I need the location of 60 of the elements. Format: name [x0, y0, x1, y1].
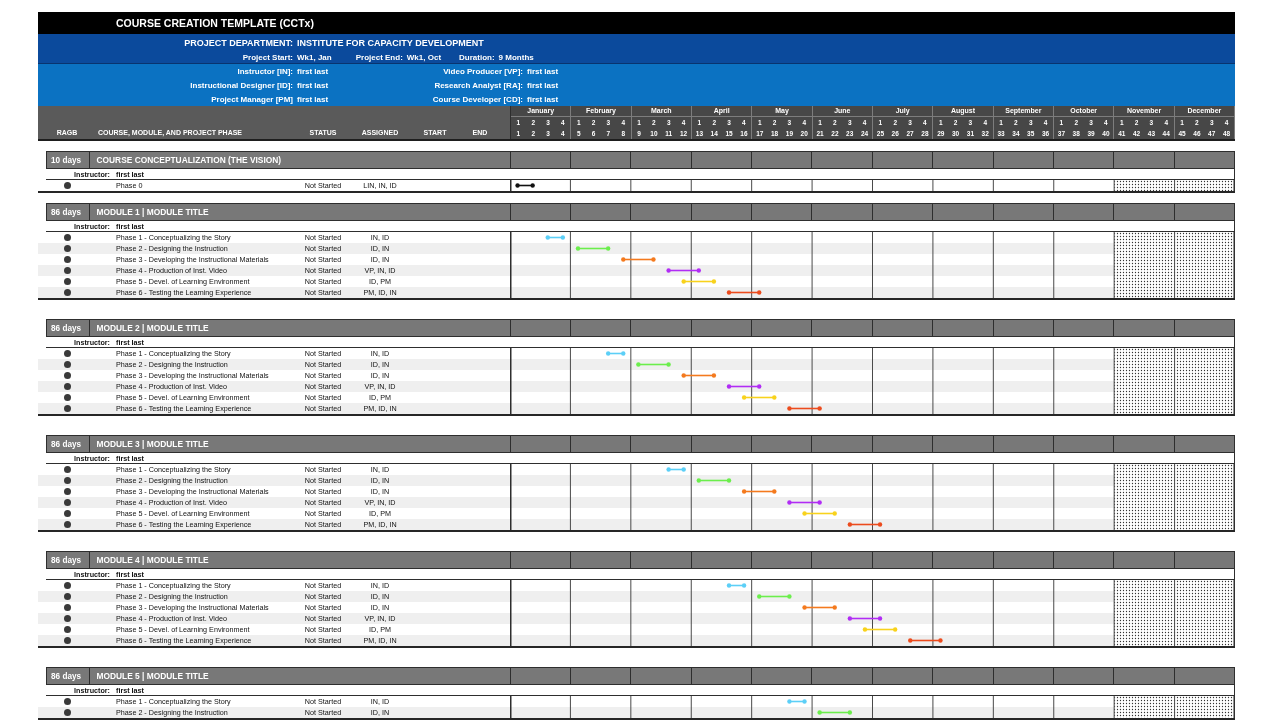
- team-member-name: first last: [527, 80, 559, 90]
- team-member-name: first last: [527, 94, 559, 104]
- duration-label: 86 days: [51, 555, 82, 565]
- field-label: Project Start:: [242, 52, 293, 62]
- status-dot-icon: [63, 350, 71, 357]
- status-dot-icon: [63, 466, 71, 473]
- duration-label: 86 days: [51, 323, 82, 333]
- sheet-title: COURSE CREATION TEMPLATE (CCTx): [116, 17, 314, 29]
- status-dot-icon: [63, 637, 71, 644]
- status-dot-icon: [63, 477, 71, 484]
- field-label: Duration:: [459, 52, 495, 62]
- status-dot-icon: [63, 372, 71, 379]
- status-dot-icon: [63, 626, 71, 633]
- section-title: MODULE 4 | MODULE TITLE: [96, 555, 209, 565]
- status-dot-icon: [63, 278, 71, 285]
- status-dot-icon: [63, 604, 71, 611]
- status-dot-icon: [63, 488, 71, 495]
- status-dot-icon: [63, 582, 71, 589]
- team-role-label: Video Producer [VP]:: [443, 66, 523, 76]
- team-member-name: first last: [297, 94, 329, 104]
- team-member-name: first last: [297, 66, 329, 76]
- section-title: MODULE 2 | MODULE TITLE: [96, 323, 209, 333]
- status-dot-icon: [63, 709, 71, 716]
- status-dot-icon: [63, 510, 71, 517]
- section-title: MODULE 3 | MODULE TITLE: [96, 439, 209, 449]
- duration-label: 10 days: [51, 155, 82, 165]
- section-title: COURSE CONCEPTUALIZATION (THE VISION): [96, 155, 282, 165]
- field-value: Wk1, Oct: [406, 52, 442, 62]
- status-dot-icon: [63, 289, 71, 296]
- duration-label: 86 days: [51, 439, 82, 449]
- status-dot-icon: [63, 405, 71, 412]
- status-dot-icon: [63, 383, 71, 390]
- duration-label: 86 days: [51, 207, 82, 217]
- team-role-label: Instructional Designer [ID]:: [190, 80, 293, 90]
- status-dot-icon: [63, 394, 71, 401]
- field-label: Project End:: [355, 52, 403, 62]
- section-title: MODULE 1 | MODULE TITLE: [96, 207, 209, 217]
- status-dot-icon: [63, 245, 71, 252]
- status-dot-icon: [63, 521, 71, 528]
- status-dot-icon: [63, 698, 71, 705]
- field-label: PROJECT DEPARTMENT:: [184, 38, 293, 48]
- field-value: INSTITUTE FOR CAPACITY DEVELOPMENT: [297, 38, 484, 48]
- team-role-label: Research Analyst [RA]:: [434, 80, 523, 90]
- status-dot-icon: [63, 234, 71, 241]
- team-member-name: first last: [297, 80, 329, 90]
- status-dot-icon: [63, 256, 71, 263]
- status-dot-icon: [63, 499, 71, 506]
- field-value: Wk1, Jan: [297, 52, 332, 62]
- team-role-label: Course Developer [CD]:: [432, 94, 523, 104]
- team-role-label: Instructor [IN]:: [237, 66, 293, 76]
- status-dot-icon: [63, 182, 71, 189]
- team-member-name: first last: [527, 66, 559, 76]
- status-dot-icon: [63, 615, 71, 622]
- section-title: MODULE 5 | MODULE TITLE: [96, 671, 209, 681]
- status-dot-icon: [63, 267, 71, 274]
- status-dot-icon: [63, 593, 71, 600]
- status-dot-icon: [63, 361, 71, 368]
- field-value: 9 Months: [498, 52, 534, 62]
- duration-label: 86 days: [51, 671, 82, 681]
- team-role-label: Project Manager [PM]: [211, 94, 293, 104]
